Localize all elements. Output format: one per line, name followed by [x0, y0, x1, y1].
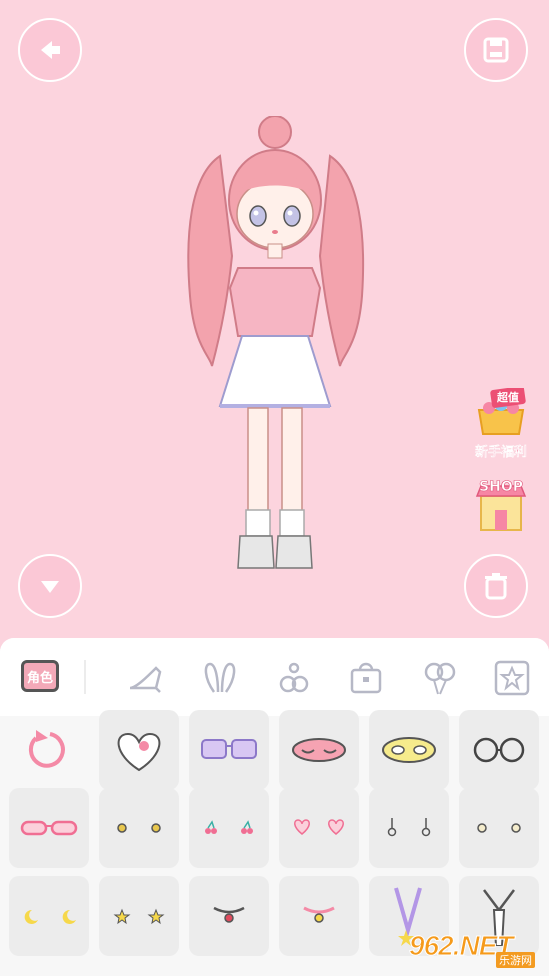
grid-item[interactable] — [99, 710, 179, 790]
grid-item[interactable] — [459, 788, 539, 868]
reset-icon — [28, 730, 65, 768]
delete-button[interactable] — [464, 554, 528, 618]
shop-label: SHOP — [479, 479, 523, 495]
pearl-earrings-icon — [477, 823, 521, 833]
collapse-button[interactable] — [18, 554, 82, 618]
tab-hair-accessories[interactable] — [272, 658, 316, 698]
flower-clip-icon — [279, 662, 309, 693]
moon-earrings-icon — [24, 909, 76, 924]
promo-label: 新手福利 — [474, 444, 527, 459]
shop-button[interactable]: SHOP — [469, 474, 533, 537]
grid-item[interactable] — [369, 788, 449, 868]
shoe-icon — [129, 666, 162, 693]
grid-item[interactable] — [9, 876, 89, 956]
bunny-ears-icon — [204, 662, 236, 693]
tab-divider — [84, 660, 86, 694]
tab-stickers[interactable] — [490, 658, 534, 698]
grid-item[interactable] — [189, 876, 269, 956]
chevron-down-icon — [41, 581, 59, 593]
promo-badge-top: 超值 — [496, 390, 519, 404]
choker-pink-icon — [303, 906, 335, 923]
save-button[interactable] — [464, 18, 528, 82]
shop-icon: SHOP — [475, 479, 527, 531]
grid-item[interactable] — [279, 876, 359, 956]
grid-item[interactable] — [189, 788, 269, 868]
back-button[interactable] — [18, 18, 82, 82]
tab-bags[interactable] — [344, 658, 388, 698]
heart-earrings-icon — [294, 819, 344, 835]
watermark-subtitle: 乐游网 — [496, 952, 535, 968]
sticker-icon — [494, 660, 530, 696]
gold-stud-earrings-icon — [117, 823, 161, 833]
tab-headwear[interactable] — [198, 658, 242, 698]
tab-role[interactable]: 角色 — [21, 660, 59, 692]
tab-handheld[interactable] — [418, 658, 462, 698]
grid-item[interactable] — [9, 788, 89, 868]
gift-basket-icon: 超值 — [477, 386, 526, 435]
dress-up-stage: 超值 新手福利 SHOP — [0, 0, 549, 640]
grid-item[interactable] — [459, 710, 539, 790]
round-glasses-icon — [473, 737, 525, 763]
grid-item[interactable] — [279, 710, 359, 790]
back-arrow-icon — [41, 41, 60, 59]
reset-item[interactable] — [9, 710, 89, 790]
bag-icon — [350, 662, 382, 694]
grid-item[interactable] — [99, 788, 179, 868]
cherry-earrings-icon — [205, 820, 253, 834]
newbie-welfare-badge[interactable]: 超值 新手福利 — [469, 386, 533, 460]
grid-item[interactable] — [279, 788, 359, 868]
grid-item[interactable] — [99, 876, 179, 956]
balloon-icon — [424, 662, 456, 695]
grid-item[interactable] — [189, 710, 269, 790]
grid-item[interactable] — [369, 710, 449, 790]
category-tabs: 角色 — [0, 638, 549, 716]
star-earrings-icon — [113, 908, 165, 925]
wardrobe-panel: 角色 962.NET 乐游网 — [0, 638, 549, 976]
site-watermark: 962.NET 乐游网 — [409, 922, 543, 970]
save-icon — [483, 37, 509, 63]
tab-shoes[interactable] — [124, 658, 168, 698]
yellow-sleep-mask-icon — [382, 737, 436, 763]
character-figure[interactable] — [180, 116, 370, 576]
trash-icon — [485, 573, 507, 600]
dangle-earrings-icon — [387, 818, 431, 837]
heart-fluffy-clip-icon — [117, 732, 161, 772]
purple-sunglasses-icon — [201, 739, 257, 759]
choker-red-icon — [213, 906, 245, 923]
pink-sleep-mask-icon — [292, 738, 346, 762]
pink-glasses-icon — [20, 820, 78, 836]
